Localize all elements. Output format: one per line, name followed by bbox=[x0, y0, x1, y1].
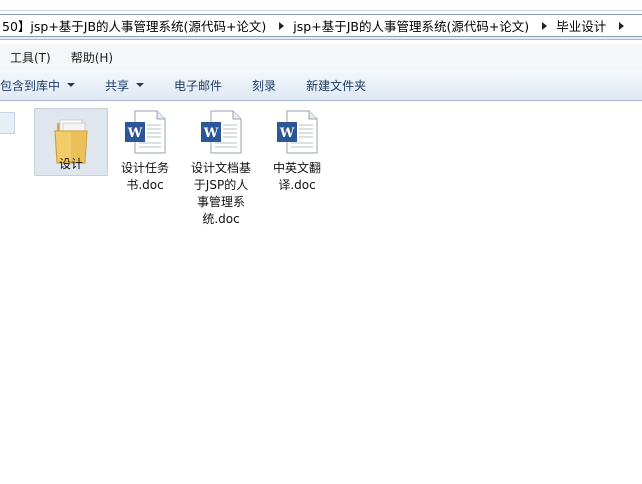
file-name: 设计文档基于JSP的人事管理系统.doc bbox=[191, 161, 252, 226]
file-item[interactable]: W 中英文翻译.doc bbox=[260, 108, 334, 194]
address-bar: 50】jsp+基于JB的人事管理系统(源代码+论文) jsp+基于JB的人事管理… bbox=[0, 10, 642, 40]
new-folder-label: 新建文件夹 bbox=[306, 78, 367, 93]
svg-text:W: W bbox=[203, 126, 219, 141]
breadcrumb[interactable]: 50】jsp+基于JB的人事管理系统(源代码+论文) jsp+基于JB的人事管理… bbox=[0, 14, 642, 37]
file-name: 设计任务书.doc bbox=[120, 161, 169, 192]
navigation-pane[interactable] bbox=[0, 101, 16, 484]
menu-help[interactable]: 帮助(H) bbox=[61, 49, 123, 66]
include-in-library-label: 包含到库中 bbox=[0, 78, 61, 93]
chevron-right-icon[interactable] bbox=[279, 21, 285, 30]
chevron-right-icon[interactable] bbox=[619, 21, 625, 30]
email-button[interactable]: 电子邮件 bbox=[159, 70, 237, 101]
word-document-icon: W bbox=[125, 110, 166, 154]
chevron-down-icon bbox=[67, 83, 76, 87]
breadcrumb-item-graduation[interactable]: 毕业设计 bbox=[554, 16, 612, 35]
include-in-library-button[interactable]: 包含到库中 bbox=[0, 70, 90, 101]
file-list[interactable]: 设计 W 设计任务书.doc W 设计文档基于JSP的人事管理系统.doc W … bbox=[20, 101, 642, 484]
file-item[interactable]: W 设计任务书.doc bbox=[108, 108, 182, 194]
file-thumbnail[interactable]: W bbox=[108, 108, 182, 156]
word-document-icon: W bbox=[277, 110, 318, 154]
burn-label: 刻录 bbox=[252, 78, 277, 93]
command-bar: 包含到库中 共享 电子邮件 刻录 新建文件夹 bbox=[0, 70, 642, 101]
email-label: 电子邮件 bbox=[174, 78, 223, 93]
share-button[interactable]: 共享 bbox=[90, 70, 159, 101]
new-folder-button[interactable]: 新建文件夹 bbox=[291, 70, 381, 101]
folder-name: 设计 bbox=[58, 157, 83, 171]
share-label: 共享 bbox=[105, 78, 130, 93]
menu-tools[interactable]: 工具(T) bbox=[0, 49, 61, 66]
chevron-down-icon bbox=[136, 83, 145, 87]
word-document-icon: W bbox=[201, 110, 242, 154]
file-name: 中英文翻译.doc bbox=[272, 161, 321, 192]
breadcrumb-item-project[interactable]: 50】jsp+基于JB的人事管理系统(源代码+论文) bbox=[0, 16, 272, 35]
breadcrumb-item-source[interactable]: jsp+基于JB的人事管理系统(源代码+论文) bbox=[291, 16, 535, 35]
file-item[interactable]: W 设计文档基于JSP的人事管理系统.doc bbox=[184, 108, 258, 228]
svg-text:W: W bbox=[127, 126, 143, 141]
file-thumbnail[interactable]: W bbox=[184, 108, 258, 156]
menu-bar: 工具(T) 帮助(H) bbox=[0, 44, 642, 70]
folder-item[interactable]: 设计 bbox=[34, 108, 108, 176]
chevron-right-icon[interactable] bbox=[542, 21, 548, 30]
nav-selected-item[interactable] bbox=[0, 112, 15, 134]
file-thumbnail[interactable]: W bbox=[260, 108, 334, 156]
svg-text:W: W bbox=[279, 126, 295, 141]
burn-button[interactable]: 刻录 bbox=[237, 70, 291, 101]
